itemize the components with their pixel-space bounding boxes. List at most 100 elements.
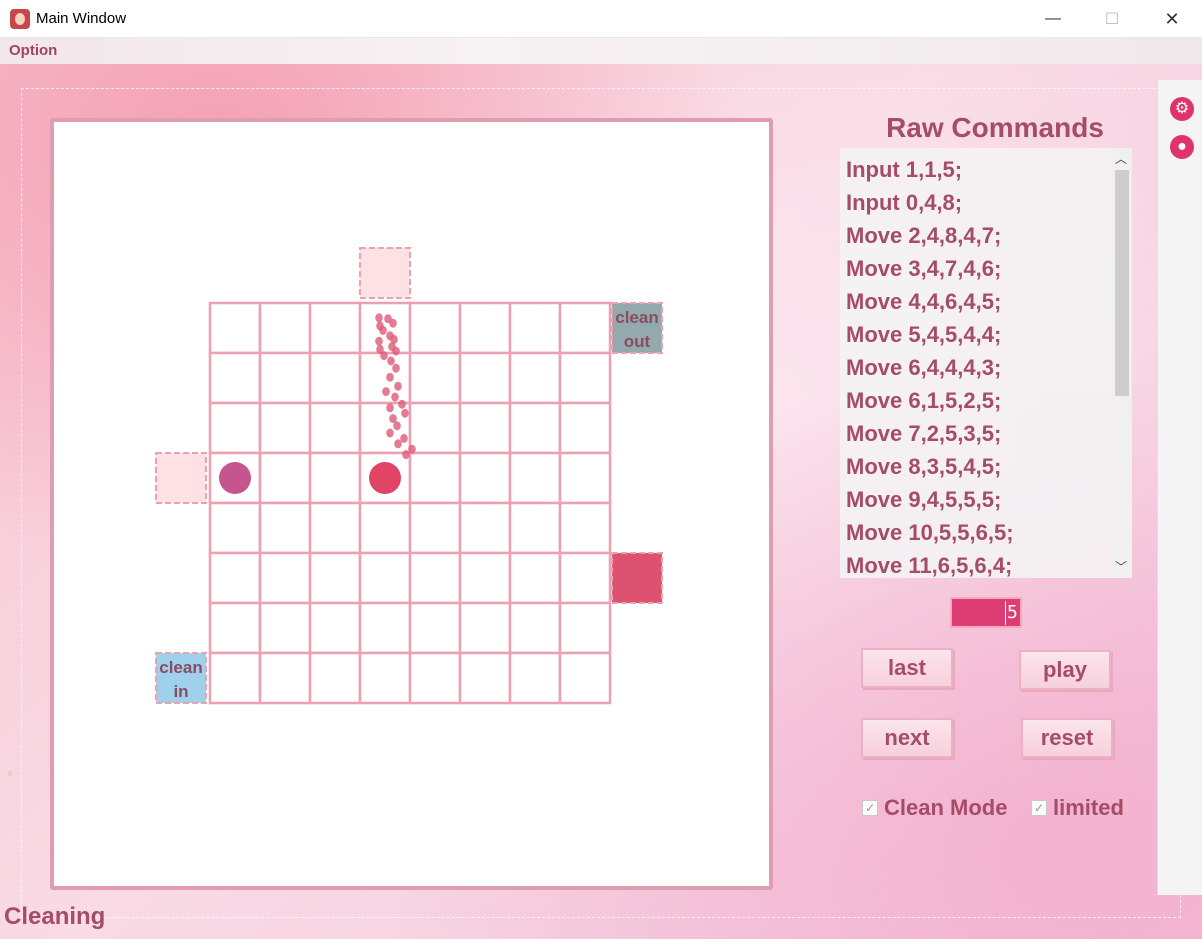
grid-cell[interactable] — [508, 551, 562, 605]
grid-cell[interactable] — [308, 601, 362, 655]
grid-cell[interactable] — [408, 651, 462, 705]
grid-cell[interactable] — [358, 601, 412, 655]
command-item[interactable]: Move 7,2,5,3,5; — [840, 412, 1110, 446]
command-item[interactable]: Move 9,4,5,5,5; — [840, 478, 1110, 512]
grid-cell[interactable] — [458, 601, 512, 655]
clean-in-label: clean — [159, 658, 202, 677]
menu-option[interactable]: Option — [9, 42, 57, 59]
step-spinbox[interactable]: 5 — [950, 597, 1022, 628]
command-item[interactable]: Move 4,4,6,4,5; — [840, 280, 1110, 314]
grid-cell[interactable] — [258, 451, 312, 505]
command-item[interactable]: Move 6,1,5,2,5; — [840, 379, 1110, 413]
close-button[interactable]: ✕ — [1142, 0, 1202, 38]
grid-cell[interactable] — [508, 601, 562, 655]
droplet[interactable] — [369, 462, 401, 494]
grid-cell[interactable] — [208, 651, 262, 705]
last-button[interactable]: last — [861, 648, 953, 688]
grid-cell[interactable] — [258, 351, 312, 405]
grid-cell[interactable] — [558, 451, 612, 505]
grid-cell[interactable] — [458, 301, 512, 355]
grid-cell[interactable] — [308, 301, 362, 355]
grid-cell[interactable] — [258, 401, 312, 455]
grid-cell[interactable] — [558, 651, 612, 705]
minimize-button[interactable]: — — [1023, 0, 1083, 38]
grid-cell[interactable] — [308, 551, 362, 605]
grid-cell[interactable] — [208, 401, 262, 455]
grid-cell[interactable] — [308, 501, 362, 555]
grid-cell[interactable] — [308, 651, 362, 705]
grid-cell[interactable] — [358, 501, 412, 555]
grid-cell[interactable] — [208, 351, 262, 405]
title-bar: Main Window — ☐ ✕ — [0, 0, 1202, 38]
grid-cell[interactable] — [508, 451, 562, 505]
droplet[interactable] — [219, 462, 251, 494]
grid-cell[interactable] — [558, 301, 612, 355]
grid-cell[interactable] — [408, 401, 462, 455]
command-item[interactable]: Move 3,4,7,4,6; — [840, 247, 1110, 281]
grid-cell[interactable] — [508, 401, 562, 455]
command-item[interactable]: Move 5,4,5,4,4; — [840, 313, 1110, 347]
command-item[interactable]: Input 0,4,8; — [840, 181, 1110, 215]
grid-cell[interactable] — [458, 501, 512, 555]
grid-cell[interactable] — [508, 651, 562, 705]
grid-cell[interactable] — [408, 301, 462, 355]
grid-cell[interactable] — [508, 501, 562, 555]
chip-board[interactable]: clean out clean in — [54, 122, 769, 886]
scroll-up-icon[interactable]: ︿ — [1115, 150, 1127, 167]
grid-cell[interactable] — [208, 601, 262, 655]
grid-cell[interactable] — [258, 651, 312, 705]
input-port-left[interactable] — [155, 452, 207, 504]
grid-cell[interactable] — [308, 401, 362, 455]
grid-cell[interactable] — [408, 551, 462, 605]
grid-cell[interactable] — [408, 451, 462, 505]
grid-cell[interactable] — [258, 601, 312, 655]
limited-checkbox[interactable]: ✓ limited — [1031, 795, 1124, 821]
grid-cell[interactable] — [508, 301, 562, 355]
input-port-top[interactable] — [359, 247, 411, 299]
grid-cell[interactable] — [558, 601, 612, 655]
output-port[interactable] — [611, 552, 663, 604]
grid-cell[interactable] — [558, 501, 612, 555]
command-item[interactable]: Move 11,6,5,6,4; — [840, 544, 1110, 578]
grid-cell[interactable] — [458, 551, 512, 605]
command-item[interactable]: Move 10,5,5,6,5; — [840, 511, 1110, 545]
play-button[interactable]: play — [1019, 650, 1111, 690]
grid-cell[interactable] — [458, 351, 512, 405]
grid-cell[interactable] — [408, 351, 462, 405]
scroll-thumb[interactable] — [1115, 170, 1129, 396]
command-item[interactable]: Move 2,4,8,4,7; — [840, 214, 1110, 248]
command-item[interactable]: Move 6,4,4,4,3; — [840, 346, 1110, 380]
grid-cell[interactable] — [458, 451, 512, 505]
grid-cell[interactable] — [358, 651, 412, 705]
command-item[interactable]: Input 1,1,5; — [840, 148, 1110, 182]
grid-cell[interactable] — [308, 351, 362, 405]
grid-cell[interactable] — [458, 401, 512, 455]
grid-cell[interactable] — [208, 551, 262, 605]
command-item[interactable]: Move 8,3,5,4,5; — [840, 445, 1110, 479]
grid-cell[interactable] — [558, 401, 612, 455]
grid-cell[interactable] — [308, 451, 362, 505]
grid-cell[interactable] — [508, 351, 562, 405]
grid-cell[interactable] — [408, 501, 462, 555]
grid-cell[interactable] — [408, 601, 462, 655]
gear-icon[interactable]: ⚙ — [1170, 97, 1194, 121]
maximize-button[interactable]: ☐ — [1082, 0, 1142, 38]
grid-cell[interactable] — [258, 301, 312, 355]
chat-icon[interactable]: ● — [1170, 135, 1194, 159]
command-list[interactable]: Input 1,1,5; Input 0,4,8; Move 2,4,8,4,7; M… — [840, 148, 1132, 578]
clean-mode-checkbox[interactable]: ✓ Clean Mode — [862, 795, 1007, 821]
grid-cell[interactable] — [558, 351, 612, 405]
next-button[interactable]: next — [861, 718, 953, 758]
grid-cell[interactable] — [208, 301, 262, 355]
grid-cell[interactable] — [208, 501, 262, 555]
command-scrollbar[interactable]: ︿ ﹀ — [1112, 148, 1132, 578]
grid-cell[interactable] — [458, 651, 512, 705]
grid-cell[interactable] — [358, 551, 412, 605]
clean-mode-check-icon[interactable]: ✓ — [862, 800, 878, 816]
limited-check-icon[interactable]: ✓ — [1031, 800, 1047, 816]
grid-cell[interactable] — [258, 551, 312, 605]
grid-cell[interactable] — [258, 501, 312, 555]
grid-cell[interactable] — [558, 551, 612, 605]
reset-button[interactable]: reset — [1021, 718, 1113, 758]
scroll-down-icon[interactable]: ﹀ — [1115, 558, 1127, 575]
